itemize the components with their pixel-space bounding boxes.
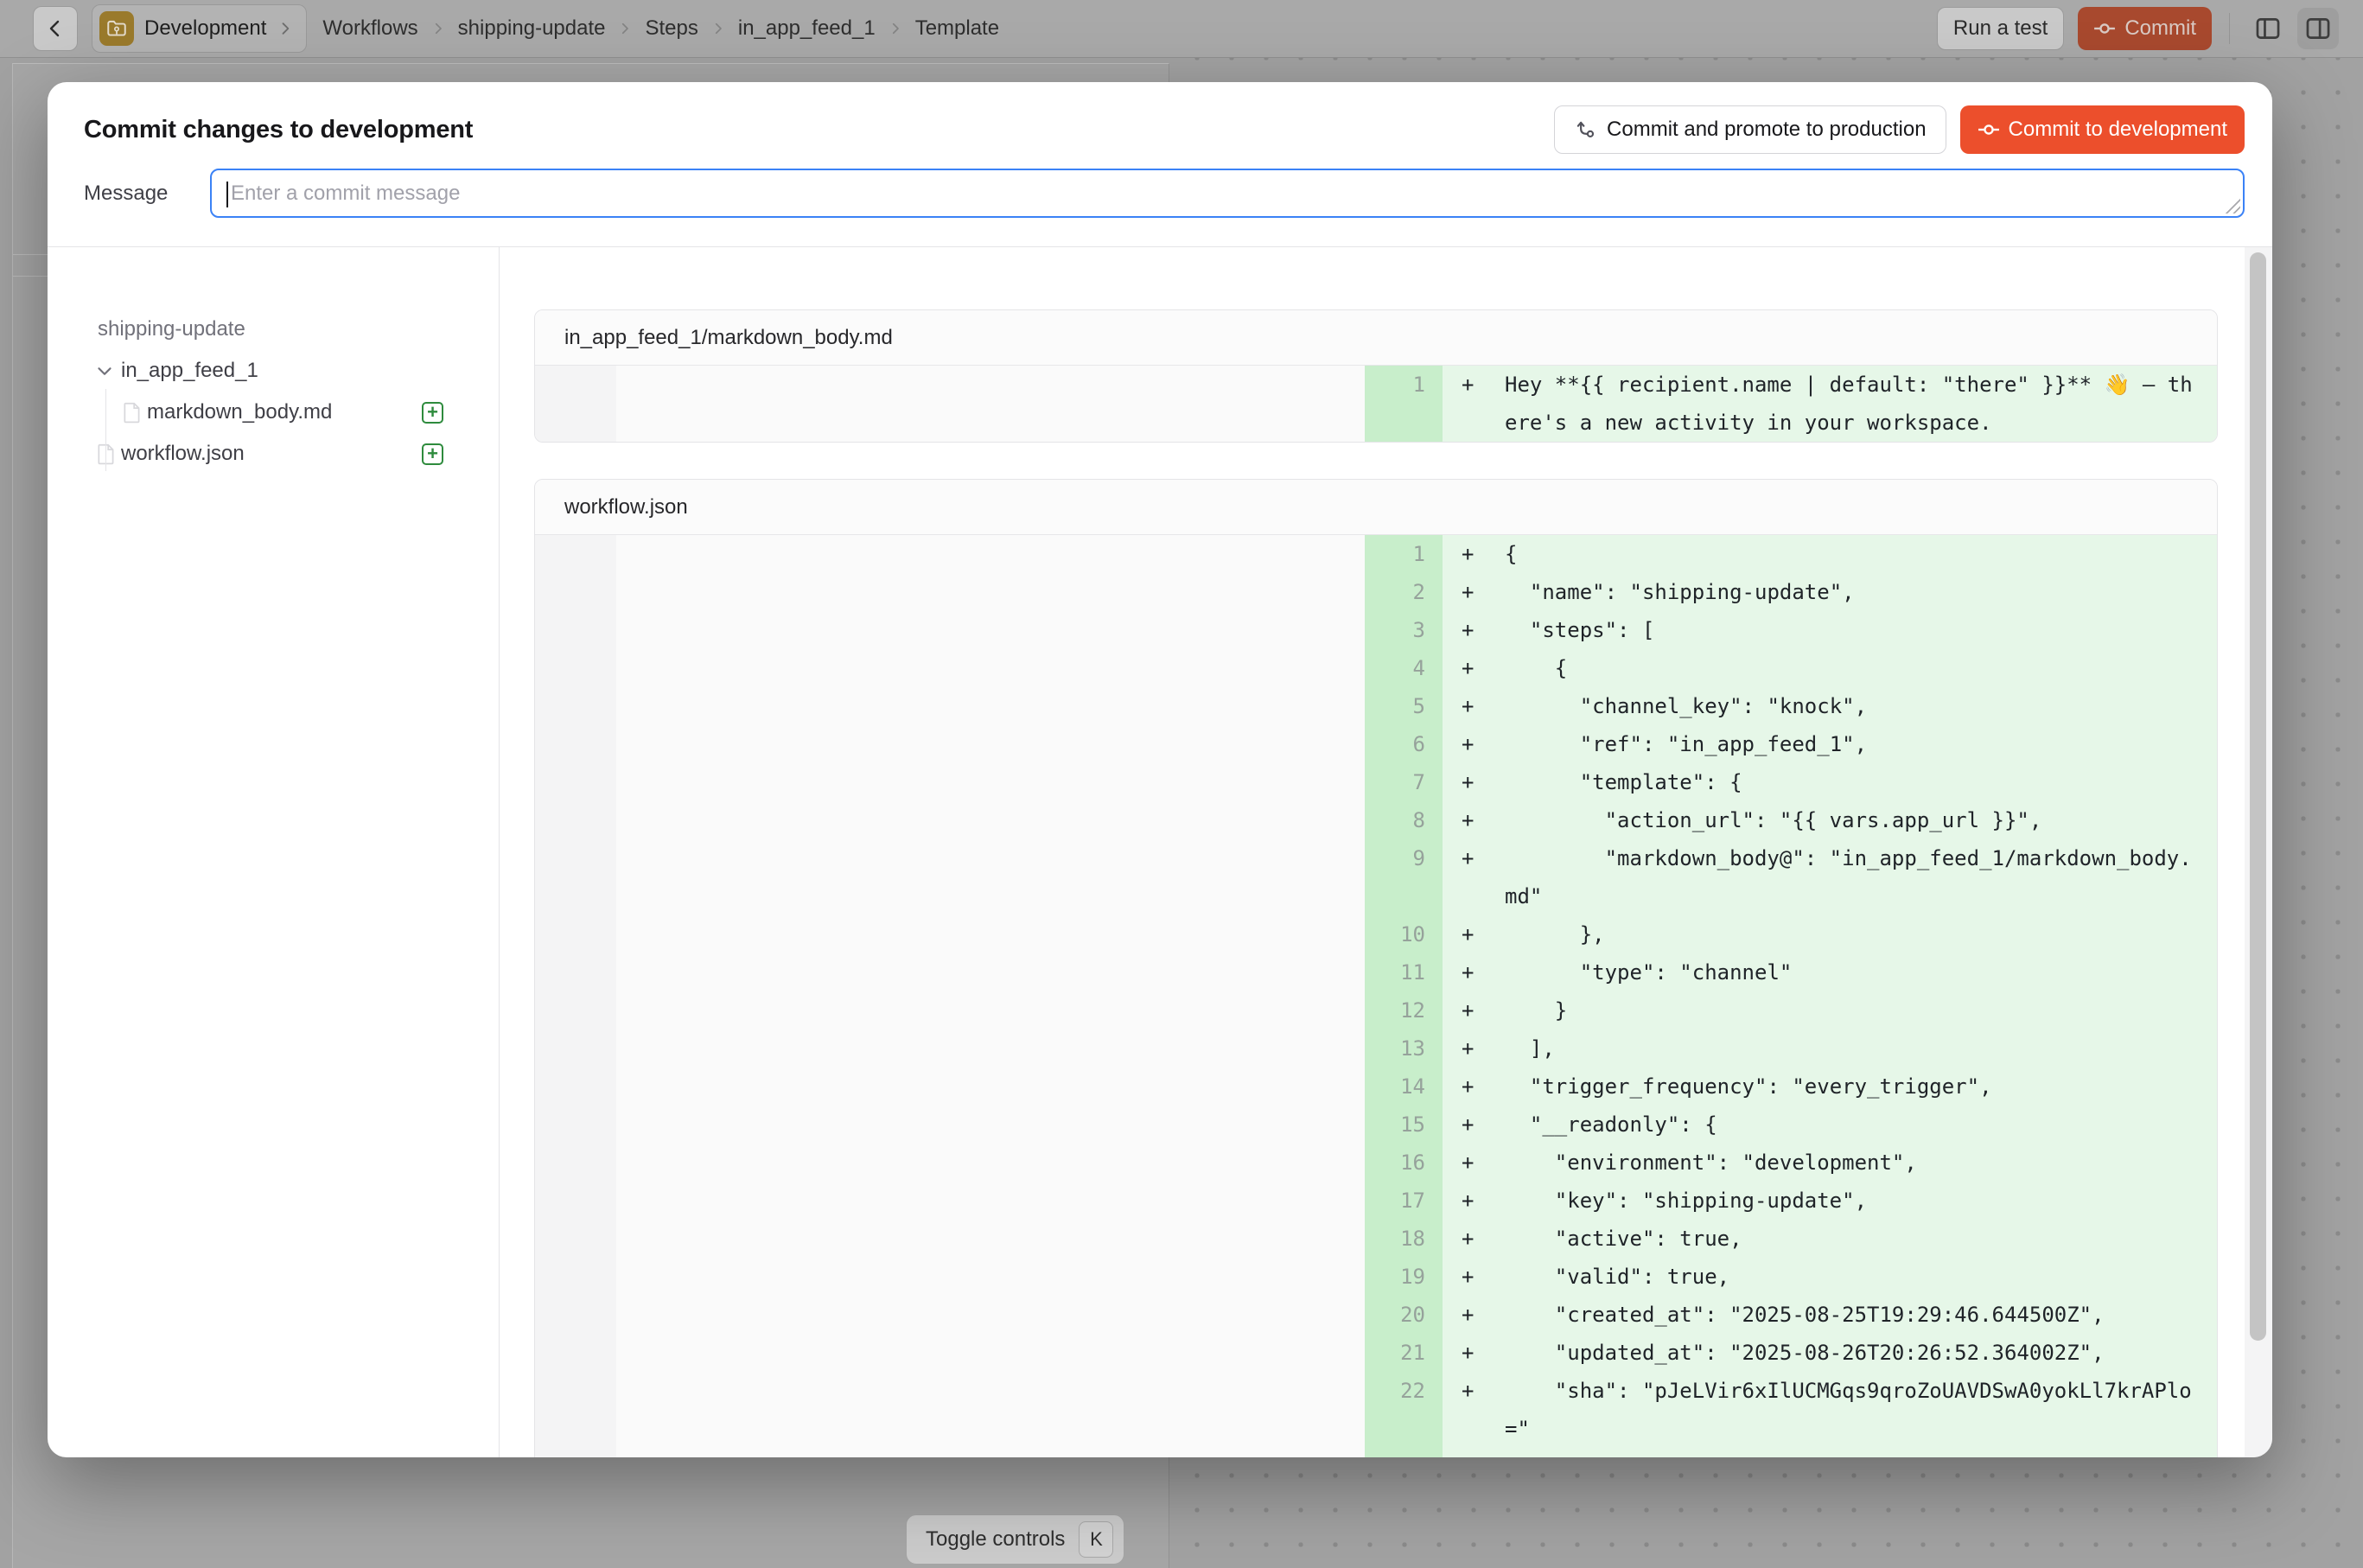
tree-group-step[interactable]: in_app_feed_1 [48, 350, 499, 392]
tree-guide-line [105, 389, 106, 471]
resize-grip-icon[interactable] [2223, 196, 2240, 214]
diff-row: 14+ "trigger_frequency": "every_trigger"… [535, 1068, 2217, 1106]
panel-right-icon [2303, 14, 2333, 43]
commit-to-development-button[interactable]: Commit to development [1960, 105, 2245, 154]
breadcrumb-step-ref[interactable]: in_app_feed_1 [738, 16, 876, 41]
commit-icon [1978, 118, 2000, 141]
chevron-down-icon [93, 360, 116, 382]
environment-label: Development [144, 16, 266, 41]
diff-row: 7+ "template": { [535, 763, 2217, 801]
tree-file-workflow-json[interactable]: workflow.json + [48, 433, 499, 475]
diff-file-name: in_app_feed_1/markdown_body.md [535, 310, 2217, 366]
commit-message-input[interactable]: Enter a commit message [210, 169, 2245, 218]
toggle-left-panel-button[interactable] [2247, 8, 2289, 49]
diff-row: 11+ "type": "channel" [535, 953, 2217, 991]
chevron-right-icon [430, 21, 446, 36]
top-bar: Development Workflows shipping-update St… [0, 0, 2363, 58]
scrollbar-thumb[interactable] [2250, 252, 2266, 1341]
diff-row: 18+ "active": true, [535, 1220, 2217, 1258]
file-icon [123, 401, 142, 424]
diff-row: 19+ "valid": true, [535, 1258, 2217, 1296]
dialog-title: Commit changes to development [84, 116, 473, 144]
commit-dialog: Commit changes to development Commit and… [48, 82, 2272, 1457]
diff-row: 1+{ [535, 535, 2217, 573]
toolbar-divider [2229, 13, 2230, 44]
breadcrumb: Workflows shipping-update Steps in_app_f… [322, 16, 999, 41]
changed-files-tree: shipping-update in_app_feed_1 markdown_b… [48, 247, 500, 1457]
added-status-badge: + [422, 443, 443, 465]
toggle-controls-label: Toggle controls [926, 1527, 1065, 1552]
commit-and-promote-button[interactable]: Commit and promote to production [1554, 105, 1946, 154]
environment-selector[interactable]: Development [92, 4, 307, 53]
diff-lines: 1+Hey **{{ recipient.name | default: "th… [535, 366, 2217, 442]
diff-row: 9+ "markdown_body@": "in_app_feed_1/mark… [535, 839, 2217, 915]
text-caret [226, 182, 228, 207]
tree-root-workflow[interactable]: shipping-update [48, 309, 499, 350]
diff-row: 13+ ], [535, 1029, 2217, 1068]
diff-row: 23+ } [535, 1448, 2217, 1457]
diff-panel-markdown-body: in_app_feed_1/markdown_body.md 1+Hey **{… [534, 309, 2218, 443]
diff-row: 15+ "__readonly": { [535, 1106, 2217, 1144]
diff-row: 21+ "updated_at": "2025-08-26T20:26:52.3… [535, 1334, 2217, 1372]
commit-dialog-header: Commit changes to development Commit and… [48, 82, 2272, 247]
toggle-controls-button[interactable]: Toggle controls K [906, 1514, 1124, 1565]
breadcrumb-template[interactable]: Template [915, 16, 999, 41]
scrollbar[interactable] [2245, 247, 2272, 1457]
chevron-left-icon [45, 18, 66, 39]
back-button[interactable] [33, 6, 78, 51]
diff-row: 22+ "sha": "pJeLVir6xIlUCMGqs9qroZoUAVDS… [535, 1372, 2217, 1448]
breadcrumb-workflows[interactable]: Workflows [322, 16, 417, 41]
promote-icon [1574, 118, 1596, 141]
diff-row: 8+ "action_url": "{{ vars.app_url }}", [535, 801, 2217, 839]
diff-row: 3+ "steps": [ [535, 611, 2217, 649]
tree-file-markdown-body[interactable]: markdown_body.md + [48, 392, 499, 433]
run-a-test-button[interactable]: Run a test [1937, 7, 2064, 50]
breadcrumb-steps[interactable]: Steps [645, 16, 697, 41]
added-status-badge: + [422, 402, 443, 424]
diff-row: 6+ "ref": "in_app_feed_1", [535, 725, 2217, 763]
file-icon [97, 443, 116, 465]
diff-row: 12+ } [535, 991, 2217, 1029]
diff-row: 17+ "key": "shipping-update", [535, 1182, 2217, 1220]
diff-panel-workflow-json: workflow.json 1+{2+ "name": "shipping-up… [534, 479, 2218, 1457]
diff-lines: 1+{2+ "name": "shipping-update",3+ "step… [535, 535, 2217, 1457]
diff-row: 4+ { [535, 649, 2217, 687]
chevron-right-icon [710, 21, 726, 36]
diff-row: 5+ "channel_key": "knock", [535, 687, 2217, 725]
commit-icon [2093, 17, 2116, 40]
diff-file-name: workflow.json [535, 480, 2217, 535]
diff-row: 1+Hey **{{ recipient.name | default: "th… [535, 366, 2217, 442]
commit-button[interactable]: Commit [2078, 7, 2212, 50]
breadcrumb-workflow-key[interactable]: shipping-update [458, 16, 606, 41]
diff-viewer: in_app_feed_1/markdown_body.md 1+Hey **{… [500, 247, 2272, 1457]
environment-folder-icon [99, 11, 134, 46]
diff-row: 2+ "name": "shipping-update", [535, 573, 2217, 611]
diff-row: 20+ "created_at": "2025-08-25T19:29:46.6… [535, 1296, 2217, 1334]
toggle-right-panel-button[interactable] [2297, 8, 2339, 49]
chevron-right-icon [277, 20, 294, 37]
chevron-right-icon [888, 21, 903, 36]
diff-row: 10+ }, [535, 915, 2217, 953]
shortcut-key-badge: K [1079, 1521, 1113, 1558]
panel-left-icon [2253, 14, 2283, 43]
message-placeholder: Enter a commit message [231, 182, 460, 206]
diff-row: 16+ "environment": "development", [535, 1144, 2217, 1182]
message-label: Message [84, 182, 210, 206]
chevron-right-icon [617, 21, 633, 36]
